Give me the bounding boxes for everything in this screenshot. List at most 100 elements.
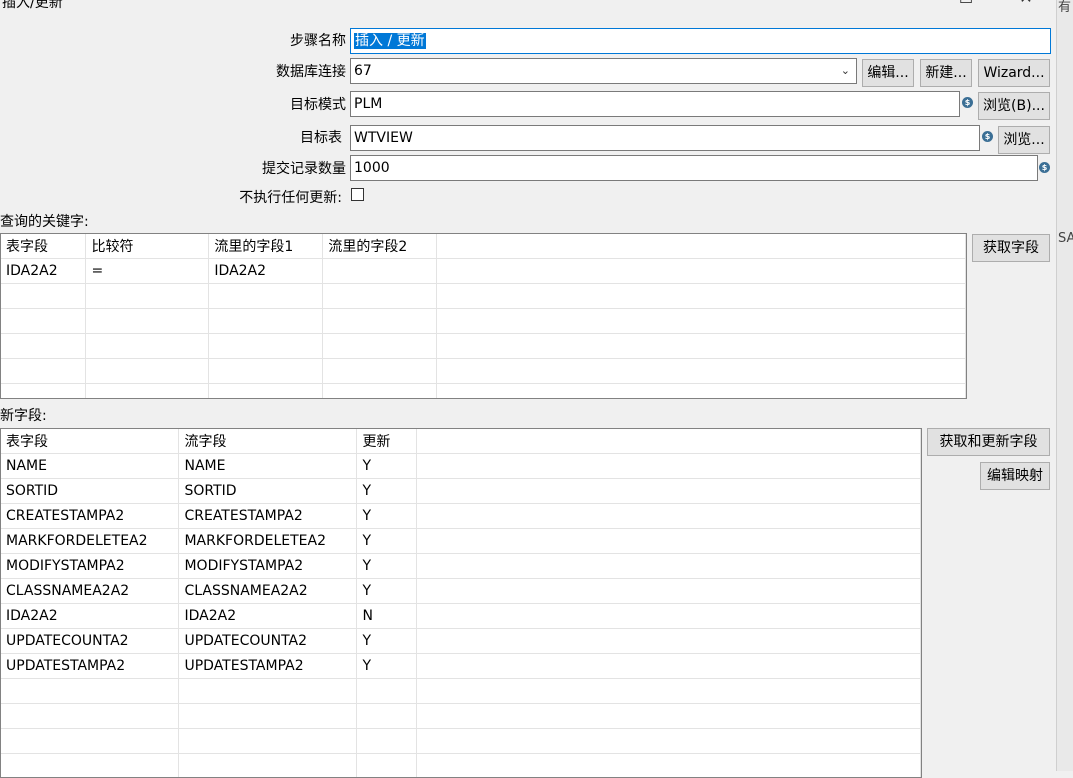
- variable-icon: $: [962, 97, 973, 108]
- table-cell[interactable]: [323, 259, 437, 284]
- update-header-stream-field[interactable]: 流字段: [179, 429, 357, 454]
- update-header-filler: [417, 429, 921, 454]
- keys-header-row: 表字段 比较符 流里的字段1 流里的字段2: [1, 234, 966, 259]
- background-text-mid: SA: [1058, 231, 1073, 246]
- update-header-row: 表字段 流字段 更新: [1, 429, 921, 454]
- table-cell[interactable]: SORTID: [179, 479, 357, 504]
- maximize-icon[interactable]: ☐: [956, 0, 976, 8]
- keys-header-filler: [437, 234, 966, 259]
- table-cell[interactable]: =: [86, 259, 209, 284]
- empty-row: [1, 729, 921, 754]
- variable-icon: $: [1039, 162, 1050, 173]
- table-cell[interactable]: UPDATESTAMPA2: [1, 654, 179, 679]
- target-table-input[interactable]: WTVIEW: [350, 125, 980, 151]
- keys-header-stream-field2[interactable]: 流里的字段2: [323, 234, 437, 259]
- table-cell[interactable]: N: [357, 604, 417, 629]
- no-update-checkbox[interactable]: [351, 188, 364, 201]
- table-cell[interactable]: Y: [357, 654, 417, 679]
- table-row[interactable]: CLASSNAMEA2A2CLASSNAMEA2A2Y: [1, 579, 921, 604]
- table-cell[interactable]: UPDATESTAMPA2: [179, 654, 357, 679]
- table-cell[interactable]: Y: [357, 529, 417, 554]
- table-cell[interactable]: IDA2A2: [179, 604, 357, 629]
- empty-row: [1, 704, 921, 729]
- new-connection-button[interactable]: 新建...: [920, 59, 972, 87]
- table-cell[interactable]: MODIFYSTAMPA2: [179, 554, 357, 579]
- no-update-label: 不执行任何更新:: [200, 187, 342, 207]
- table-cell[interactable]: IDA2A2: [209, 259, 323, 284]
- empty-row: [1, 754, 921, 778]
- browse-table-button[interactable]: 浏览...: [998, 126, 1050, 154]
- target-schema-input[interactable]: PLM: [350, 91, 960, 117]
- table-row[interactable]: NAMENAMEY: [1, 454, 921, 479]
- table-row[interactable]: MARKFORDELETEA2MARKFORDELETEA2Y: [1, 529, 921, 554]
- table-cell[interactable]: CREATESTAMPA2: [1, 504, 179, 529]
- table-cell[interactable]: SORTID: [1, 479, 179, 504]
- table-cell[interactable]: NAME: [1, 454, 179, 479]
- empty-row: [1, 679, 921, 704]
- background-window-strip: [1056, 0, 1073, 771]
- table-cell[interactable]: Y: [357, 579, 417, 604]
- close-icon[interactable]: ✕: [1016, 0, 1036, 8]
- wizard-button[interactable]: Wizard...: [978, 59, 1050, 87]
- table-row[interactable]: SORTIDSORTIDY: [1, 479, 921, 504]
- keys-table[interactable]: 表字段 比较符 流里的字段1 流里的字段2 IDA2A2 = IDA2A2: [0, 233, 967, 399]
- table-row[interactable]: UPDATESTAMPA2UPDATESTAMPA2Y: [1, 654, 921, 679]
- table-cell[interactable]: Y: [357, 479, 417, 504]
- edit-mapping-button[interactable]: 编辑映射: [980, 462, 1050, 490]
- commit-size-input[interactable]: 1000: [350, 155, 1038, 181]
- keys-header-comparator[interactable]: 比较符: [86, 234, 209, 259]
- chevron-down-icon[interactable]: ⌄: [841, 59, 850, 83]
- table-cell[interactable]: MODIFYSTAMPA2: [1, 554, 179, 579]
- table-row[interactable]: IDA2A2 = IDA2A2: [1, 259, 966, 284]
- db-connection-label: 数据库连接: [200, 61, 346, 81]
- empty-row: [1, 359, 966, 384]
- table-cell[interactable]: MARKFORDELETEA2: [179, 529, 357, 554]
- table-cell[interactable]: IDA2A2: [1, 259, 86, 284]
- table-cell[interactable]: Y: [357, 629, 417, 654]
- get-update-fields-button[interactable]: 获取和更新字段: [927, 428, 1050, 456]
- table-cell[interactable]: Y: [357, 454, 417, 479]
- empty-row: [1, 384, 966, 400]
- keys-header-table-field[interactable]: 表字段: [1, 234, 86, 259]
- table-row[interactable]: CREATESTAMPA2CREATESTAMPA2Y: [1, 504, 921, 529]
- update-table[interactable]: 表字段 流字段 更新 NAMENAMEY SORTIDSORTIDY CREAT…: [0, 428, 922, 778]
- update-grid: 表字段 流字段 更新 NAMENAMEY SORTIDSORTIDY CREAT…: [1, 429, 921, 778]
- target-schema-value: PLM: [354, 96, 382, 112]
- update-header-update[interactable]: 更新: [357, 429, 417, 454]
- table-cell[interactable]: CLASSNAMEA2A2: [179, 579, 357, 604]
- table-row[interactable]: MODIFYSTAMPA2MODIFYSTAMPA2Y: [1, 554, 921, 579]
- empty-row: [1, 309, 966, 334]
- empty-row: [1, 334, 966, 359]
- empty-row: [1, 284, 966, 309]
- step-name-input[interactable]: 插入 / 更新: [350, 28, 1051, 54]
- window-title: 插入/更新: [2, 0, 63, 12]
- target-table-value: WTVIEW: [354, 130, 413, 146]
- commit-size-value: 1000: [354, 160, 390, 176]
- edit-connection-button[interactable]: 编辑...: [862, 59, 914, 87]
- table-row[interactable]: UPDATECOUNTA2UPDATECOUNTA2Y: [1, 629, 921, 654]
- db-connection-value: 67: [354, 63, 372, 79]
- step-name-value: 插入 / 更新: [354, 33, 426, 49]
- table-cell[interactable]: UPDATECOUNTA2: [1, 629, 179, 654]
- get-fields-button[interactable]: 获取字段: [972, 234, 1050, 262]
- step-name-label: 步骤名称: [200, 30, 346, 50]
- table-cell[interactable]: Y: [357, 504, 417, 529]
- table-cell[interactable]: IDA2A2: [1, 604, 179, 629]
- db-connection-select[interactable]: 67 ⌄: [350, 58, 857, 84]
- update-section-label: 更新字段:: [0, 405, 47, 425]
- keys-header-stream-field1[interactable]: 流里的字段1: [209, 234, 323, 259]
- table-cell[interactable]: UPDATECOUNTA2: [179, 629, 357, 654]
- table-cell[interactable]: Y: [357, 554, 417, 579]
- table-row[interactable]: IDA2A2IDA2A2N: [1, 604, 921, 629]
- table-cell[interactable]: CREATESTAMPA2: [179, 504, 357, 529]
- target-table-label: 目标表: [200, 127, 342, 147]
- browse-schema-button[interactable]: 浏览(B)...: [978, 92, 1050, 120]
- table-cell[interactable]: MARKFORDELETEA2: [1, 529, 179, 554]
- target-schema-label: 目标模式: [200, 94, 346, 114]
- table-cell: [437, 259, 966, 284]
- keys-section-label: 表查询的关键字:: [0, 211, 89, 231]
- table-cell[interactable]: CLASSNAMEA2A2: [1, 579, 179, 604]
- table-cell[interactable]: NAME: [179, 454, 357, 479]
- variable-icon: $: [982, 131, 993, 142]
- update-header-table-field[interactable]: 表字段: [1, 429, 179, 454]
